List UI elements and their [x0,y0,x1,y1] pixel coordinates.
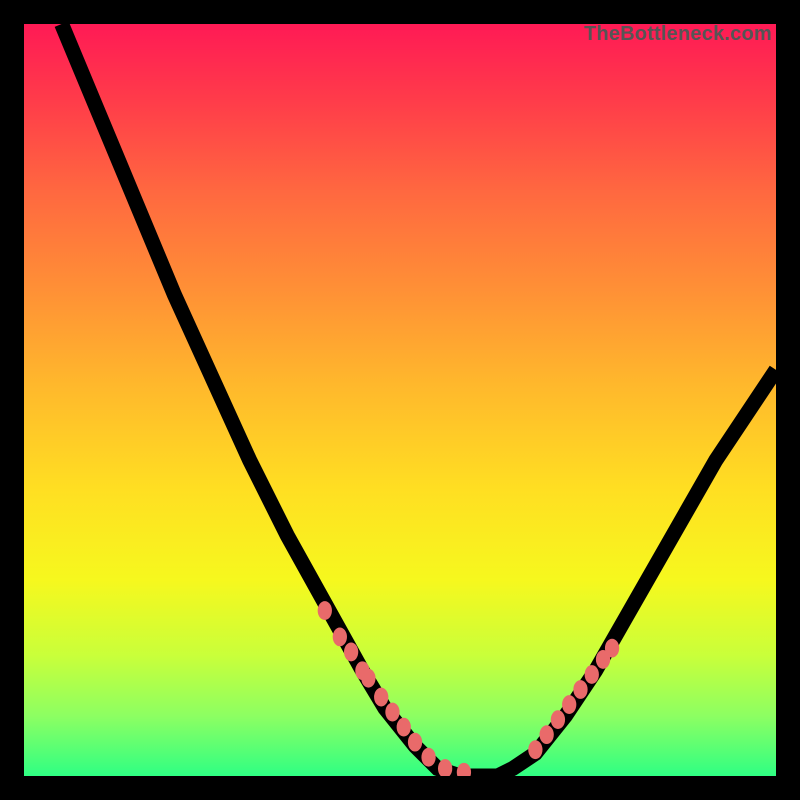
highlight-dot [562,695,576,714]
highlight-dot [344,643,358,662]
chart-frame: TheBottleneck.com [0,0,800,800]
highlight-dot [397,718,411,737]
highlight-dot [421,748,435,767]
highlight-dot [585,665,599,684]
highlight-dot [551,710,565,729]
highlight-dot [385,703,399,722]
bottleneck-curve [62,24,776,776]
highlight-dot [361,669,375,688]
plot-area: TheBottleneck.com [24,24,776,776]
highlight-dot [605,639,619,658]
highlight-dot [333,627,347,646]
chart-svg [24,24,776,776]
highlight-dot [573,680,587,699]
highlight-dots-right [528,639,619,759]
highlight-dot [539,725,553,744]
highlight-dot [528,740,542,759]
highlight-dot [408,733,422,752]
highlight-dot [374,688,388,707]
highlight-dot [457,763,471,776]
highlight-dot [318,601,332,620]
